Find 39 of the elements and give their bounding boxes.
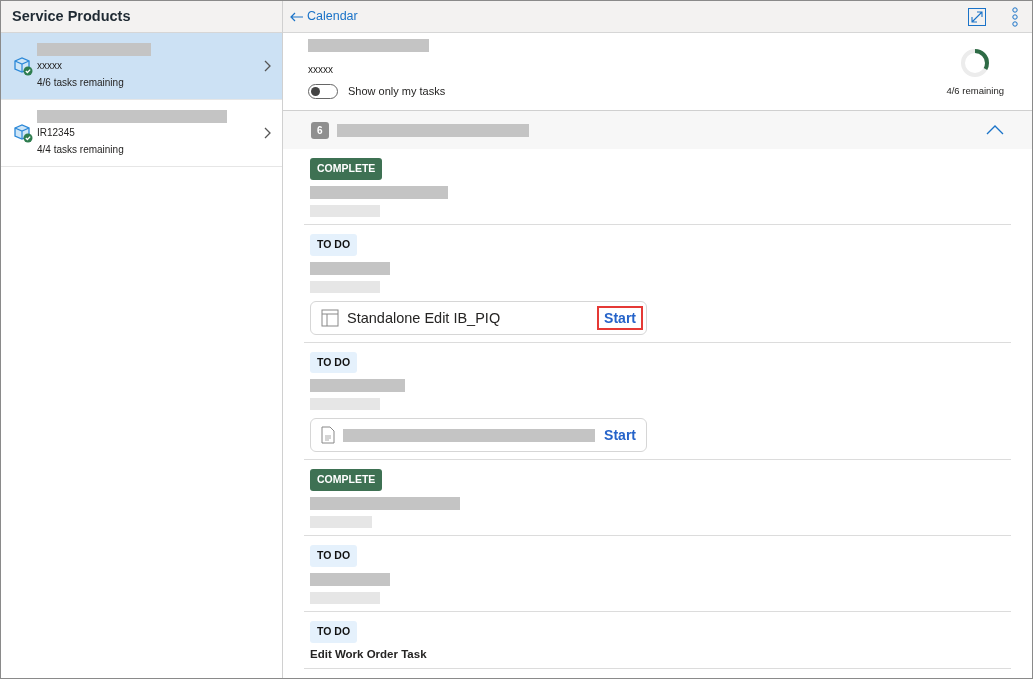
- tasks-remaining: 4/6 tasks remaining: [37, 75, 125, 90]
- chevron-right-icon: [264, 60, 272, 72]
- task-title: Edit Work Order Task: [310, 647, 427, 661]
- start-button[interactable]: Start: [597, 305, 643, 330]
- status-badge: COMPLETE: [310, 158, 383, 180]
- package-icon: [12, 55, 34, 77]
- package-icon: [12, 122, 34, 144]
- redacted-text: [310, 204, 380, 217]
- remaining-label: 4/6 remaining: [946, 84, 1004, 98]
- status-badge: TO DO: [310, 351, 358, 374]
- redacted-text: [310, 280, 380, 293]
- summary-subtitle: xxxxx: [308, 63, 334, 77]
- progress-ring: [959, 47, 992, 79]
- start-button[interactable]: Start: [597, 423, 643, 448]
- toggle-switch[interactable]: [308, 83, 338, 99]
- status-badge: TO DO: [310, 233, 358, 256]
- status-badge: COMPLETE: [310, 469, 383, 491]
- redacted-text: [310, 591, 380, 604]
- redacted-text: [310, 398, 380, 411]
- status-badge: TO DO: [310, 545, 358, 567]
- expand-icon[interactable]: [968, 7, 986, 26]
- product-id: IR12345: [37, 125, 76, 140]
- group-header[interactable]: 6: [283, 111, 1032, 149]
- back-arrow-icon: [290, 11, 304, 22]
- tasks-remaining: 4/4 tasks remaining: [37, 142, 125, 157]
- count-badge: 6: [311, 121, 329, 139]
- toggle-label: Show only my tasks: [348, 84, 446, 99]
- redacted-text: [310, 516, 372, 528]
- status-badge: TO DO: [310, 620, 358, 643]
- attachment-title: Standalone Edit IB_PIQ: [347, 309, 501, 326]
- chevron-right-icon: [264, 127, 272, 139]
- more-options-icon[interactable]: [1012, 6, 1018, 27]
- form-icon: [321, 308, 339, 327]
- chevron-up-icon[interactable]: [986, 125, 1004, 135]
- document-icon: [321, 426, 335, 445]
- sidebar-title: Service Products: [12, 6, 131, 26]
- service-product-item[interactable]: xxxxx 4/6 tasks remaining: [1, 33, 282, 100]
- back-link[interactable]: Calendar: [290, 7, 358, 26]
- product-id: xxxxx: [37, 58, 63, 73]
